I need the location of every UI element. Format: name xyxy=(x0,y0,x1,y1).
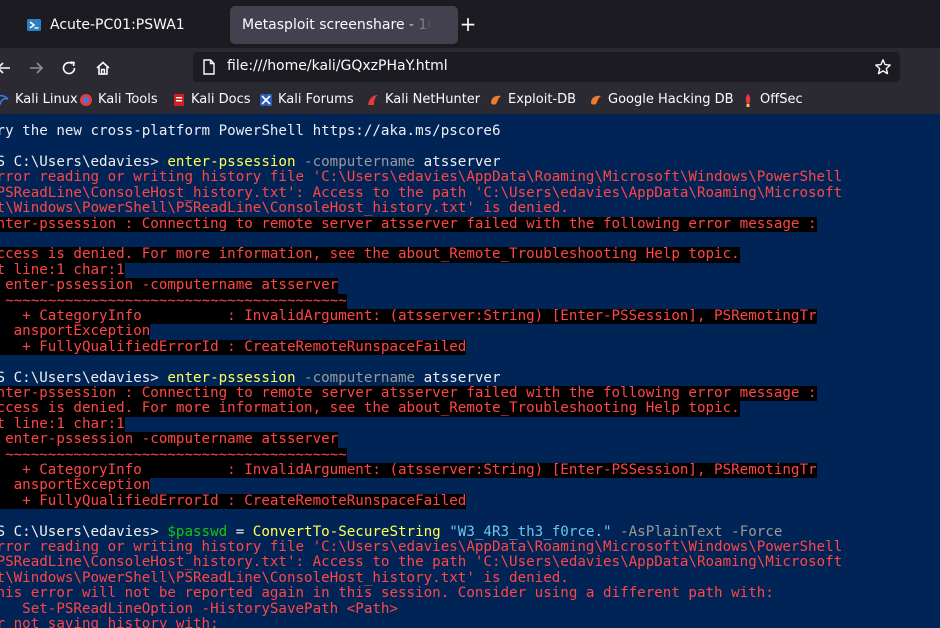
bookmark-kali-tools[interactable]: Kali Tools xyxy=(79,92,158,107)
error-id-line: + FullyQualifiedErrorId : CreateRemoteRu… xyxy=(0,493,467,510)
history-error-line: Error reading or writing history file 'C… xyxy=(0,169,843,186)
console-command-line: PS C:\Users\edavies> enter-pssession -co… xyxy=(0,369,501,386)
remote-error-line: enter-pssession : Connecting to remote s… xyxy=(0,385,817,402)
url-text: file:///home/kali/GQxzPHaY.html xyxy=(227,58,448,74)
command-name: enter-pssession xyxy=(167,154,296,170)
bookmark-label: OffSec xyxy=(760,92,803,107)
bookmark-google-hacking-db[interactable]: Google Hacking DB xyxy=(589,92,734,107)
history-error-line: \PSReadLine\ConsoleHost_history.txt': Ac… xyxy=(0,554,843,571)
tab-label: Acute-PC01:PSWA1 xyxy=(50,17,185,33)
bookmark-kali-linux[interactable]: Kali Linux xyxy=(0,92,78,107)
back-button[interactable] xyxy=(0,56,16,80)
remote-error-line: Enter-pssession : Connecting to remote s… xyxy=(0,216,817,232)
bookmark-label: Exploit-DB xyxy=(508,92,577,107)
error-command-line: + enter-pssession -computername atsserve… xyxy=(0,431,339,448)
set-option-line: Set-PSReadLineOption -HistorySavePath <P… xyxy=(0,600,398,617)
category-info-line: ansportException xyxy=(0,323,151,340)
home-button[interactable] xyxy=(91,56,115,80)
console-command-line: PS C:\Users\edavies> $passwd = ConvertTo… xyxy=(0,523,783,540)
bookmark-label: Kali NetHunter xyxy=(385,92,481,107)
kali-docs-icon xyxy=(172,93,186,107)
powershell-icon xyxy=(26,17,42,33)
category-info-line: ansportException xyxy=(0,477,151,494)
not-reported-line: This error will not be reported again in… xyxy=(0,585,774,602)
tab-bar: Acute-PC01:PSWA1 Metasploit screenshare … xyxy=(0,0,940,48)
assign-operator: = xyxy=(227,523,253,540)
tab-label: Metasploit screenshare - 10.1 xyxy=(242,17,432,33)
error-underline: + ~~~~~~~~~~~~~~~~~~~~~~~~~~~~~~~~~~~~~~… xyxy=(0,447,347,463)
kali-tools-icon xyxy=(79,93,93,107)
history-error-line: \PSReadLine\ConsoleHost_history.txt': Ac… xyxy=(0,184,843,201)
history-error-line: ft\Windows\PowerShell\PSReadLine\Console… xyxy=(0,569,569,586)
bookmark-label: Google Hacking DB xyxy=(608,92,734,107)
command-parameter: -computername xyxy=(295,369,416,386)
reload-icon xyxy=(62,61,76,75)
command-argument: atsserver xyxy=(415,369,501,386)
variable-name: $passwd xyxy=(167,523,228,540)
access-denied-line: Access is denied. For more information, … xyxy=(0,246,740,263)
category-info-line: + CategoryInfo : InvalidArgument: (atsse… xyxy=(0,308,817,325)
arrow-left-icon xyxy=(0,62,10,74)
error-location-line: At line:1 char:1 xyxy=(0,262,125,279)
exploit-db-icon xyxy=(489,93,503,107)
bookmark-label: Kali Docs xyxy=(191,92,251,107)
bookmark-kali-forums[interactable]: Kali Forums xyxy=(259,92,354,107)
console-prompt: PS C:\Users\edavies> xyxy=(0,523,168,540)
bookmark-offsec[interactable]: OffSec xyxy=(741,92,803,107)
command-name: enter-pssession xyxy=(167,369,296,386)
command-parameter: -Force xyxy=(722,523,783,540)
error-command-line: + enter-pssession -computername atsserve… xyxy=(0,277,339,294)
kali-dragon-icon xyxy=(0,93,10,107)
history-error-line: ft\Windows\PowerShell\PSReadLine\Console… xyxy=(0,200,569,217)
tab-pswa[interactable]: Acute-PC01:PSWA1 xyxy=(14,6,214,44)
command-name: ConvertTo-SecureString xyxy=(252,523,441,540)
bookmarks-bar: Kali Linux Kali Tools Kali Docs Kali For… xyxy=(0,88,940,114)
bookmark-label: Kali Forums xyxy=(278,92,354,107)
plus-icon: + xyxy=(459,12,477,36)
error-id-line: + FullyQualifiedErrorId : CreateRemoteRu… xyxy=(0,339,467,356)
command-parameter: -AsPlainText xyxy=(611,523,723,540)
error-location-line: At line:1 char:1 xyxy=(0,416,125,433)
console-prompt: PS C:\Users\edavies> xyxy=(0,154,168,170)
kali-forums-icon xyxy=(259,93,273,107)
offsec-icon xyxy=(741,93,755,107)
forward-button[interactable] xyxy=(24,56,48,80)
ghdb-icon xyxy=(589,93,603,107)
bookmark-kali-docs[interactable]: Kali Docs xyxy=(172,92,251,107)
bookmark-exploit-db[interactable]: Exploit-DB xyxy=(489,92,576,107)
reload-button[interactable] xyxy=(57,56,81,80)
history-error-line: Error reading or writing history file 'C… xyxy=(0,539,843,555)
error-underline: + ~~~~~~~~~~~~~~~~~~~~~~~~~~~~~~~~~~~~~~… xyxy=(0,293,347,309)
tab-metasploit[interactable]: Metasploit screenshare - 10.1 xyxy=(230,6,458,44)
page-icon xyxy=(202,59,216,79)
bookmark-star-icon[interactable] xyxy=(874,58,892,80)
string-argument: "W3_4R3_th3_f0rce." xyxy=(440,523,612,540)
console-command-line: PS C:\Users\edavies> enter-pssession -co… xyxy=(0,154,501,170)
category-info-line: + CategoryInfo : InvalidArgument: (atsse… xyxy=(0,462,817,479)
new-tab-button[interactable]: + xyxy=(456,12,480,36)
command-parameter: -computername xyxy=(295,154,416,170)
powershell-console[interactable]: Try the new cross-platform PowerShell ht… xyxy=(0,114,940,628)
arrow-right-icon xyxy=(30,62,44,74)
address-bar[interactable]: file:///home/kali/GQxzPHaY.html xyxy=(193,52,900,82)
home-icon xyxy=(96,61,110,75)
kali-nethunter-icon xyxy=(366,93,380,107)
access-denied-line: Access is denied. For more information, … xyxy=(0,400,740,417)
bookmark-label: Kali Tools xyxy=(98,92,158,107)
command-argument: atsserver xyxy=(415,154,501,170)
bookmark-label: Kali Linux xyxy=(15,92,78,107)
not-saving-line: or not saving history with: xyxy=(0,616,219,628)
bookmark-kali-nethunter[interactable]: Kali NetHunter xyxy=(366,92,480,107)
console-prompt: PS C:\Users\edavies> xyxy=(0,369,168,386)
console-banner: Try the new cross-platform PowerShell ht… xyxy=(0,123,501,139)
